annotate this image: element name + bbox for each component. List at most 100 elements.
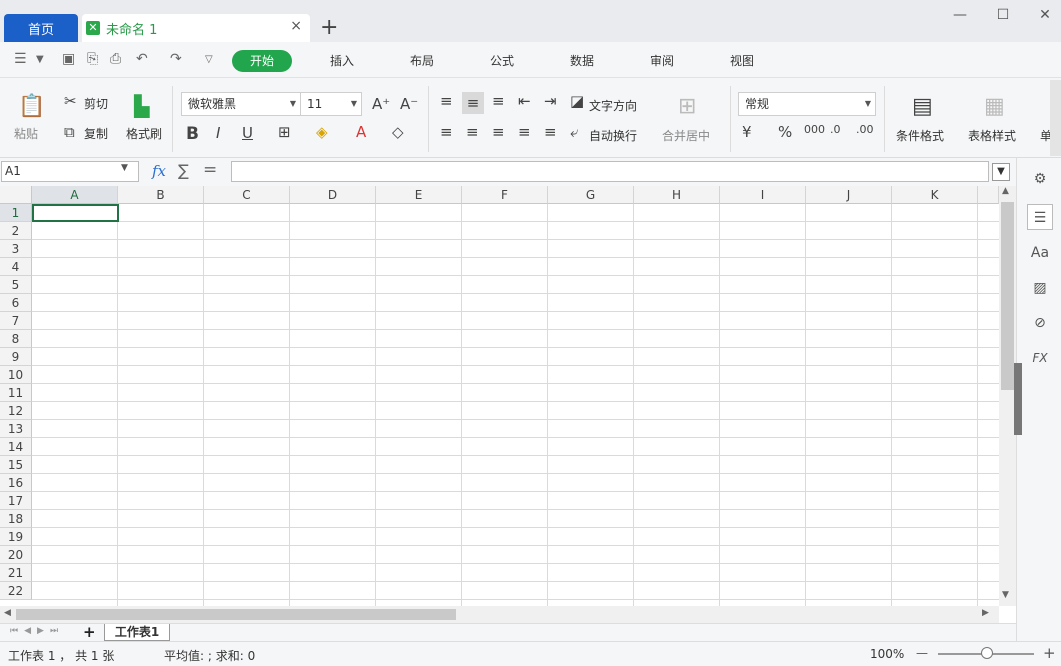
column-header[interactable] (978, 186, 999, 204)
scroll-up-icon[interactable]: ▲ (1002, 186, 1009, 196)
new-tab-button[interactable]: + (320, 14, 338, 42)
tab-home[interactable]: 首页 (4, 14, 78, 42)
text-direction-button[interactable]: 文字方向 (589, 97, 637, 114)
sum-icon[interactable]: ∑ (178, 161, 189, 180)
hamburger-menu-icon[interactable]: ☰ (14, 51, 27, 67)
borders-icon[interactable]: ⊞ (278, 123, 291, 141)
minimize-button[interactable]: — (945, 4, 975, 26)
row-header[interactable]: 5 (0, 276, 32, 294)
column-header[interactable]: B (118, 186, 204, 204)
column-header[interactable]: J (806, 186, 892, 204)
font-name-select[interactable]: 微软雅黑 ▼ (181, 92, 301, 116)
increase-decimal-icon[interactable]: .0 (830, 123, 841, 136)
properties-icon[interactable]: ☰ (1027, 204, 1053, 230)
align-bottom-icon[interactable]: ≡ (492, 92, 505, 110)
scroll-down-icon[interactable]: ▼ (1002, 590, 1009, 600)
redo-icon[interactable]: ↷ (170, 51, 182, 67)
zoom-out-button[interactable]: — (916, 646, 928, 660)
wrap-text-button[interactable]: 自动换行 (589, 127, 637, 144)
row-header[interactable]: 21 (0, 564, 32, 582)
row-header[interactable]: 20 (0, 546, 32, 564)
row-header[interactable]: 11 (0, 384, 32, 402)
row-header[interactable]: 3 (0, 240, 32, 258)
column-header[interactable]: E (376, 186, 462, 204)
underline-icon[interactable]: U (242, 124, 253, 142)
panel-collapse-handle[interactable] (1014, 363, 1022, 435)
menu-data[interactable]: 数据 (557, 50, 607, 72)
decrease-decimal-icon[interactable]: .00 (856, 123, 874, 136)
row-header[interactable]: 6 (0, 294, 32, 312)
zoom-level[interactable]: 100% (870, 647, 904, 661)
scroll-left-icon[interactable]: ◀ (4, 608, 11, 618)
column-header[interactable]: G (548, 186, 634, 204)
row-header[interactable]: 18 (0, 510, 32, 528)
row-header[interactable]: 9 (0, 348, 32, 366)
expand-formula-icon[interactable]: ▼ (992, 163, 1010, 181)
export-pdf-icon[interactable]: ⎘ (87, 51, 98, 67)
row-header[interactable]: 16 (0, 474, 32, 492)
add-sheet-button[interactable]: + (83, 623, 96, 641)
column-header[interactable]: F (462, 186, 548, 204)
decrease-indent-icon[interactable]: ⇤ (518, 92, 531, 110)
cell-area[interactable] (32, 204, 999, 606)
number-format-select[interactable]: 常规 ▼ (738, 92, 876, 116)
align-top-icon[interactable]: ≡ (440, 92, 453, 110)
comma-style-icon[interactable]: 000 (804, 123, 825, 136)
row-header[interactable]: 13 (0, 420, 32, 438)
column-header[interactable]: A (32, 186, 118, 204)
zoom-in-button[interactable]: + (1043, 644, 1056, 662)
justify-icon[interactable]: ≡ (518, 123, 531, 141)
clear-format-icon[interactable]: ◇ (392, 123, 404, 141)
row-header[interactable]: 15 (0, 456, 32, 474)
percent-icon[interactable]: % (778, 123, 792, 141)
column-header[interactable]: D (290, 186, 376, 204)
column-header[interactable]: I (720, 186, 806, 204)
font-size-select[interactable]: 11 ▼ (300, 92, 362, 116)
row-header[interactable]: 17 (0, 492, 32, 510)
column-header[interactable]: H (634, 186, 720, 204)
paste-icon[interactable]: 📋 (18, 94, 45, 119)
close-window-button[interactable]: ✕ (1030, 4, 1060, 26)
menu-insert[interactable]: 插入 (317, 50, 367, 72)
formula-input[interactable] (231, 161, 989, 182)
equals-icon[interactable]: = (203, 160, 217, 180)
row-header[interactable]: 22 (0, 582, 32, 600)
ribbon-scroll[interactable] (1050, 80, 1061, 156)
compass-icon[interactable]: ⊘ (1027, 310, 1053, 336)
conditional-format-button[interactable]: 条件格式 (896, 127, 944, 144)
undo-icon[interactable]: ↶ (136, 51, 148, 67)
row-header[interactable]: 19 (0, 528, 32, 546)
copy-button[interactable]: 复制 (84, 125, 108, 142)
column-header[interactable]: K (892, 186, 978, 204)
row-header[interactable]: 8 (0, 330, 32, 348)
print-icon[interactable]: ⎙ (110, 51, 121, 67)
menu-layout[interactable]: 布局 (397, 50, 447, 72)
bold-icon[interactable]: B (186, 124, 199, 144)
row-header[interactable]: 2 (0, 222, 32, 240)
horizontal-scrollbar[interactable]: ◀ ▶ (0, 606, 999, 623)
image-icon[interactable]: ▨ (1027, 275, 1053, 301)
function-panel-icon[interactable]: FX (1027, 345, 1053, 371)
chevron-down-icon[interactable]: ▼ (121, 163, 128, 173)
align-right-icon[interactable]: ≡ (492, 123, 505, 141)
increase-font-icon[interactable]: A⁺ (372, 95, 390, 113)
table-style-button[interactable]: 表格样式 (968, 127, 1016, 144)
font-style-icon[interactable]: Aa (1027, 240, 1053, 266)
italic-icon[interactable]: I (216, 124, 220, 142)
sheet-tab[interactable]: 工作表1 (104, 624, 170, 641)
settings-icon[interactable]: ⚙ (1027, 166, 1053, 192)
row-header[interactable]: 7 (0, 312, 32, 330)
menu-home[interactable]: 开始 (232, 50, 292, 72)
row-header[interactable]: 4 (0, 258, 32, 276)
paste-button[interactable]: 粘贴 (14, 125, 38, 142)
insert-function-button[interactable]: fx (152, 162, 166, 180)
menu-view[interactable]: 视图 (717, 50, 767, 72)
row-header[interactable]: 10 (0, 366, 32, 384)
horizontal-scroll-thumb[interactable] (16, 609, 456, 620)
fill-color-icon[interactable]: ◈ (316, 123, 328, 141)
save-icon[interactable]: ▣ (62, 51, 75, 67)
zoom-slider-thumb[interactable] (981, 647, 993, 659)
vertical-scroll-thumb[interactable] (1001, 202, 1014, 390)
customize-quick-access-icon[interactable]: ▽ (205, 54, 213, 65)
row-header[interactable]: 14 (0, 438, 32, 456)
